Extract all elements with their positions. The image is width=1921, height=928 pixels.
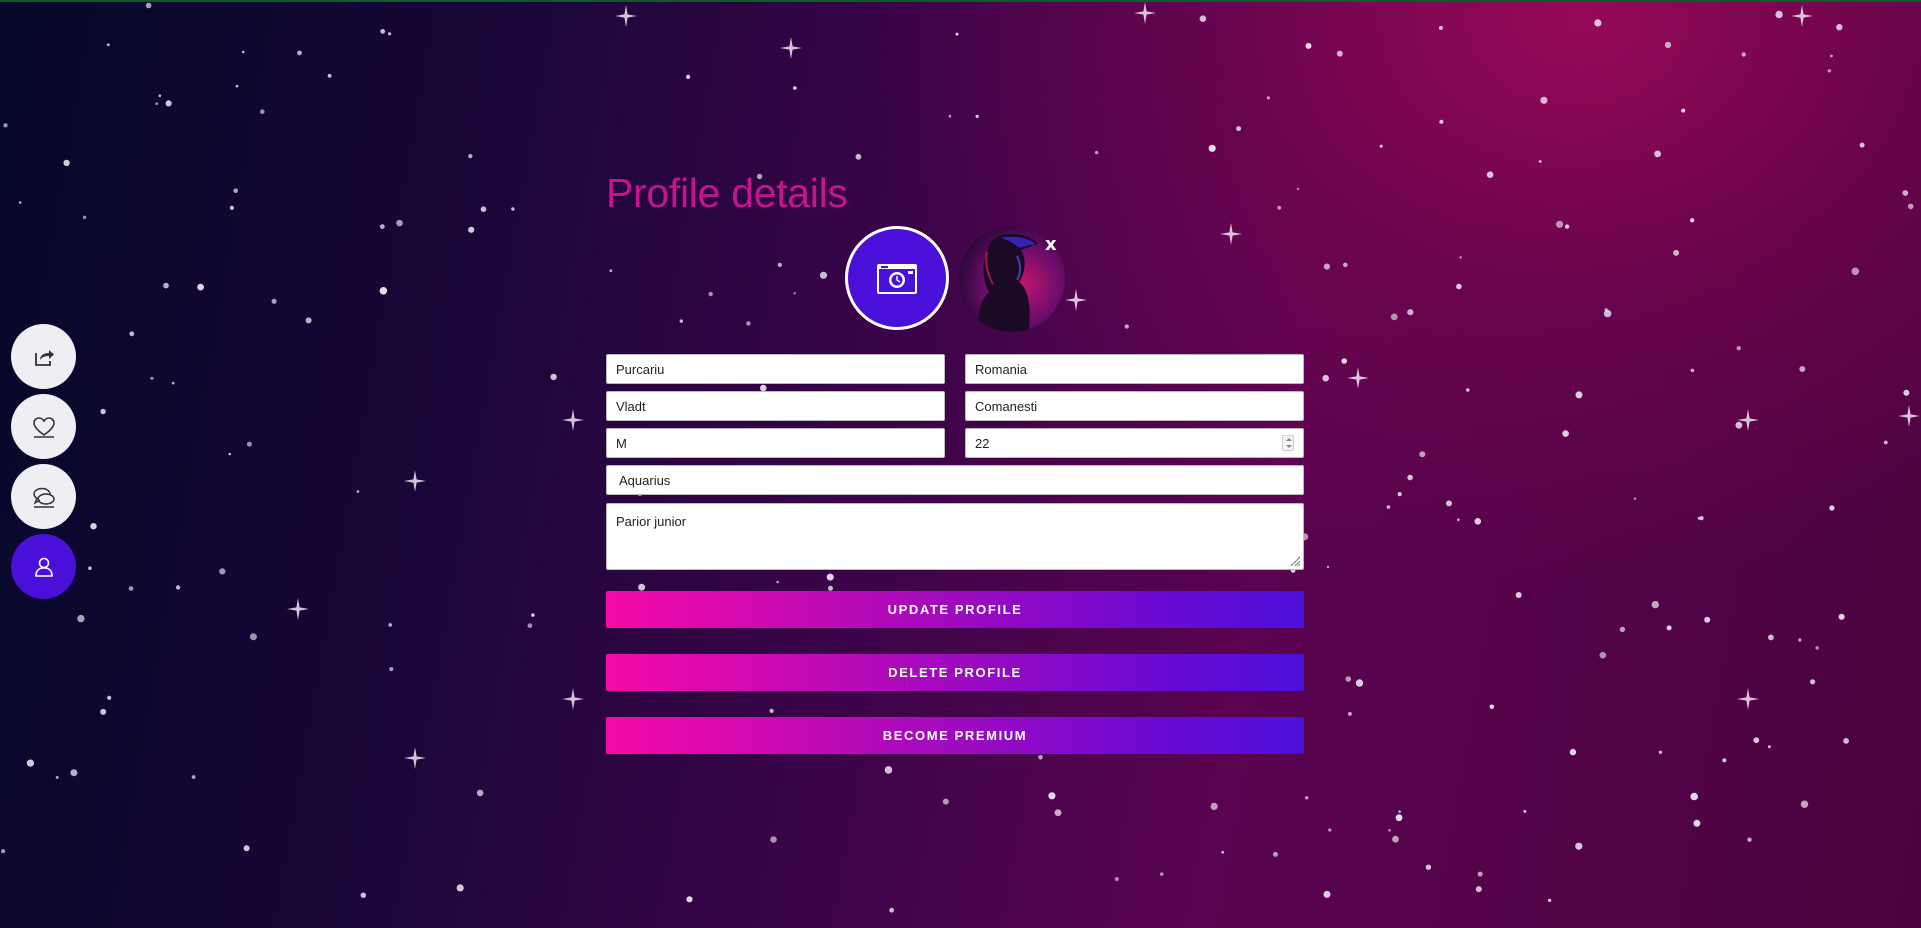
bio-textarea[interactable]: Parior junior bbox=[606, 503, 1304, 570]
city-field[interactable]: Comanesti bbox=[965, 391, 1304, 421]
update-profile-button[interactable]: UPDATE PROFILE bbox=[606, 591, 1304, 628]
last-name-value: Purcariu bbox=[616, 361, 665, 377]
age-field[interactable]: 22 bbox=[965, 428, 1304, 458]
zodiac-field[interactable]: Aquarius bbox=[606, 465, 1304, 495]
share-icon bbox=[34, 349, 54, 366]
sidebar-item-likes[interactable] bbox=[11, 394, 76, 459]
country-value: Romania bbox=[975, 361, 1028, 377]
delete-profile-button[interactable]: DELETE PROFILE bbox=[606, 654, 1304, 691]
heart-icon bbox=[32, 416, 55, 438]
gender-field[interactable]: M bbox=[606, 428, 945, 458]
sidebar-item-profile[interactable] bbox=[11, 534, 76, 599]
resize-handle-icon[interactable] bbox=[1289, 555, 1301, 567]
user-icon bbox=[34, 557, 53, 577]
bio-value: Parior junior bbox=[616, 514, 687, 529]
country-field[interactable]: Romania bbox=[965, 354, 1304, 384]
sidebar-item-share[interactable] bbox=[11, 324, 76, 389]
zodiac-value: Aquarius bbox=[619, 472, 671, 488]
last-name-field[interactable]: Purcariu bbox=[606, 354, 945, 384]
page-title: Profile details bbox=[606, 170, 848, 216]
camera-icon bbox=[877, 264, 917, 294]
starfield-background bbox=[1, 2, 1920, 913]
sidebar-item-messages[interactable] bbox=[11, 464, 76, 529]
chat-icon bbox=[32, 487, 55, 508]
remove-photo-button[interactable]: x bbox=[1045, 236, 1057, 254]
sidebar-nav bbox=[11, 324, 76, 604]
age-stepper[interactable] bbox=[1282, 435, 1294, 451]
upload-photo-button[interactable] bbox=[845, 226, 949, 330]
first-name-field[interactable]: Vladt bbox=[606, 391, 945, 421]
city-value: Comanesti bbox=[975, 398, 1038, 414]
become-premium-button[interactable]: BECOME PREMIUM bbox=[606, 717, 1304, 754]
first-name-value: Vladt bbox=[616, 398, 646, 414]
gender-value: M bbox=[616, 435, 627, 451]
age-value: 22 bbox=[975, 435, 990, 451]
